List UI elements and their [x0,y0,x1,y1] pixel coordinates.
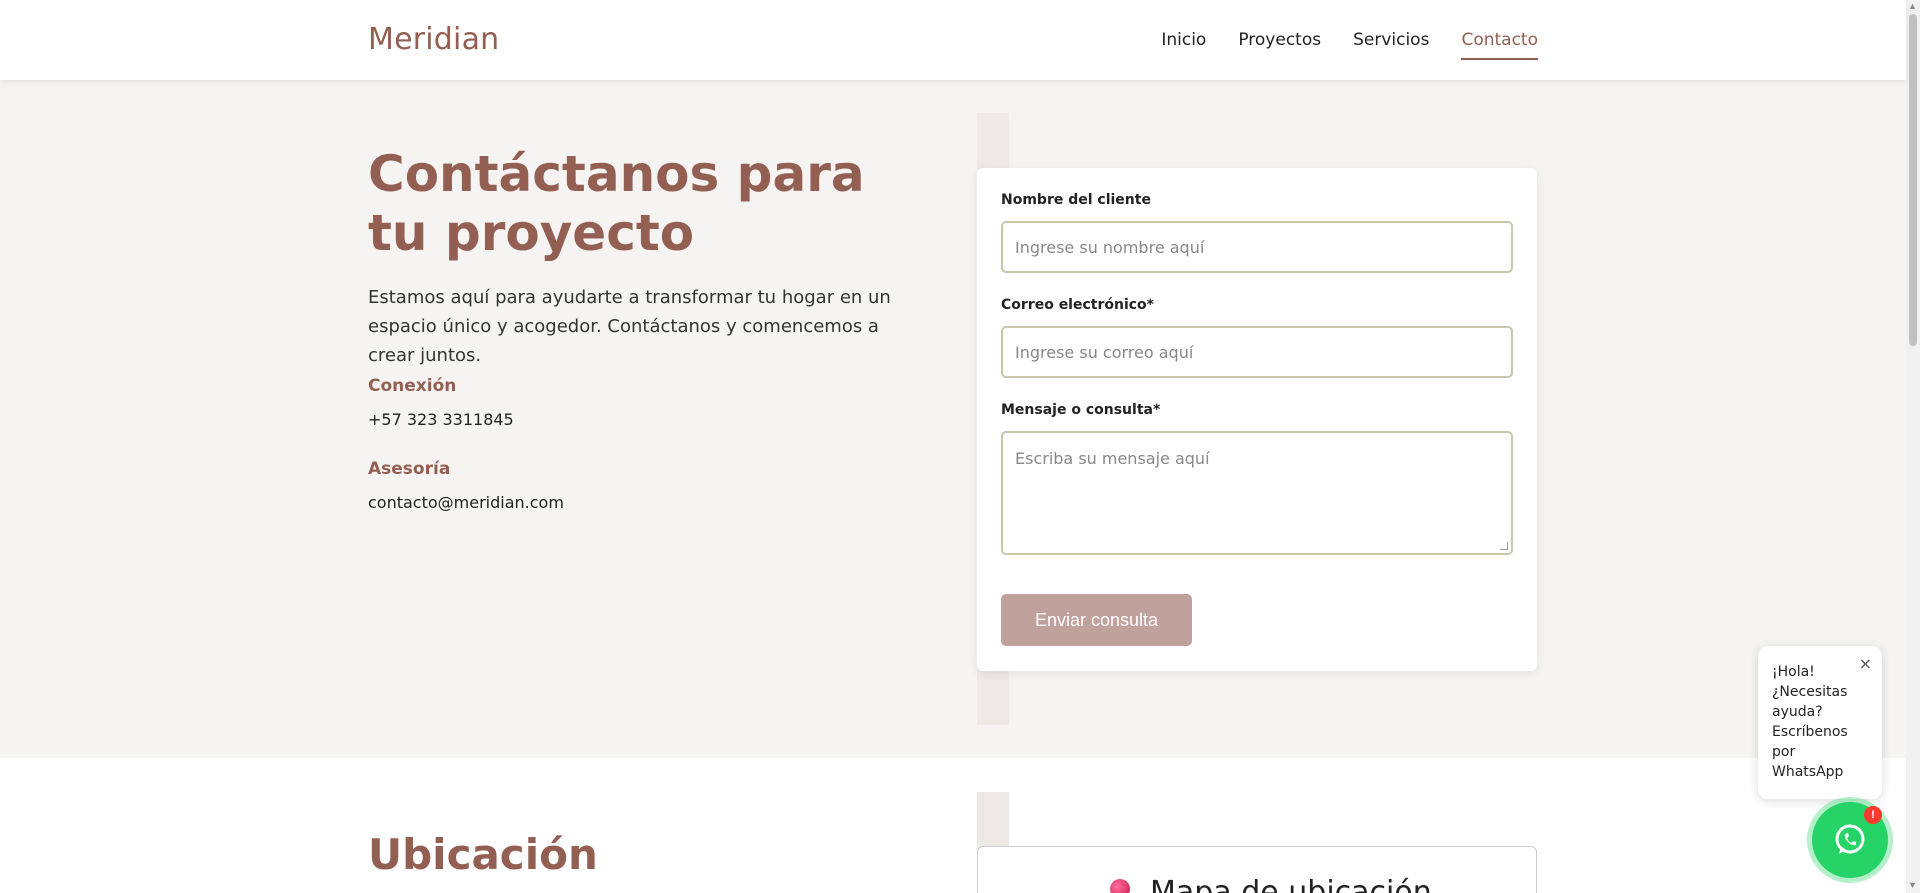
name-field-label: Nombre del cliente [1001,192,1151,208]
whatsapp-bubble-text: ¡Hola! ¿Necesitas ayuda? Escríbenos por … [1772,664,1848,780]
map-card: Mapa de ubicación [977,846,1537,893]
location-section: Ubicación Mapa de ubicación [0,758,1906,893]
decorative-stripe-lower [977,792,1009,852]
resize-handle-icon[interactable] [1500,542,1508,550]
intro-text: Estamos aquí para ayudarte a transformar… [368,287,891,366]
whatsapp-icon [1835,824,1865,854]
contact-section: Contáctanos para tu proyecto Estamos aqu… [0,80,1906,758]
nav-link-contacto[interactable]: Contacto [1461,30,1538,60]
site-logo[interactable]: Meridian [368,22,499,57]
map-title: Mapa de ubicación [1150,875,1432,893]
nav-link-servicios[interactable]: Servicios [1353,30,1429,60]
whatsapp-chat-bubble: ¡Hola! ¿Necesitas ayuda? Escríbenos por … [1758,646,1882,799]
notification-badge: ! [1864,806,1882,824]
contact-form: Nombre del cliente Ingrese su nombre aqu… [977,168,1537,671]
page-title: Contáctanos para tu proyecto [368,145,865,262]
email-input[interactable]: Ingrese su correo aquí [1001,326,1513,378]
top-navbar: Meridian Inicio Proyectos Servicios Cont… [0,0,1906,80]
email-info-label: Asesoría [368,459,451,479]
name-input[interactable]: Ingrese su nombre aquí [1001,221,1513,273]
main-nav: Inicio Proyectos Servicios Contacto [1161,30,1538,60]
message-textarea[interactable]: Escriba su mensaje aquí [1001,431,1513,555]
scroll-thumb[interactable] [1909,14,1917,346]
page-scrollbar[interactable]: ▲ ▼ [1906,0,1920,893]
nav-link-inicio[interactable]: Inicio [1161,30,1206,60]
location-title: Ubicación [368,830,598,879]
scroll-up-icon[interactable]: ▲ [1908,1,1917,11]
phone-label: Conexión [368,376,457,396]
email-field-label: Correo electrónico* [1001,297,1154,313]
scroll-down-icon[interactable]: ▼ [1908,880,1917,890]
nav-link-proyectos[interactable]: Proyectos [1238,30,1321,60]
message-placeholder: Escriba su mensaje aquí [1015,449,1210,468]
phone-value: +57 323 3311845 [368,410,514,429]
message-field-label: Mensaje o consulta* [1001,402,1161,418]
map-pin-icon [1110,879,1130,893]
submit-button[interactable]: Enviar consulta [1001,594,1192,646]
email-info-value: contacto@meridian.com [368,493,564,512]
close-icon[interactable]: × [1859,654,1872,674]
